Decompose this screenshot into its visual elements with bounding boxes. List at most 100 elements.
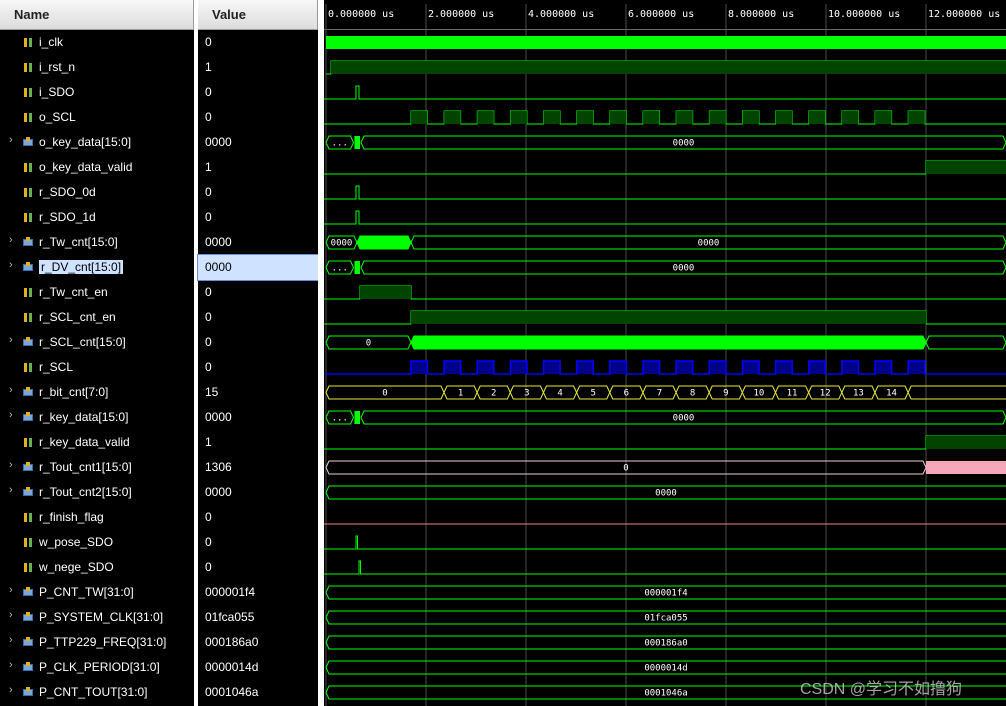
signal-value-row[interactable]: 0 [198,280,318,305]
signal-name: o_SCL [39,110,76,124]
wave-i_clk [326,36,1006,49]
signal-value-row[interactable]: 0000 [198,480,318,505]
expand-chevron-icon[interactable]: › [9,484,13,496]
logic-signal-icon [22,537,34,548]
signal-value: 0 [205,360,212,374]
signal-value-row[interactable]: 0 [198,80,318,105]
expand-chevron-icon[interactable]: › [9,259,13,271]
signal-row[interactable]: › r_bit_cnt[7:0] [0,380,194,405]
logic-signal-icon [22,87,34,98]
bus-value-label: 3 [524,389,529,399]
signal-row[interactable]: › o_key_data[15:0] [0,130,194,155]
expand-chevron-icon[interactable]: › [9,409,13,421]
expand-chevron-icon[interactable]: › [9,659,13,671]
expand-chevron-icon[interactable]: › [9,234,13,246]
signal-value-row[interactable]: 0 [198,305,318,330]
signal-name: o_key_data_valid [39,160,133,174]
signal-row[interactable]: r_finish_flag [0,505,194,530]
signal-row[interactable]: › r_Tw_cnt[15:0] [0,230,194,255]
signal-row[interactable]: o_SCL [0,105,194,130]
wave-i_rst_n-fill [331,61,1006,74]
signal-row[interactable]: r_SDO_0d [0,180,194,205]
signal-row[interactable]: i_SDO [0,80,194,105]
expand-chevron-icon[interactable]: › [9,459,13,471]
signal-value-row[interactable]: 0001046a [198,680,318,705]
signal-row[interactable]: w_pose_SDO [0,530,194,555]
signal-row[interactable]: o_key_data_valid [0,155,194,180]
signal-row[interactable]: w_nege_SDO [0,555,194,580]
signal-value-row[interactable]: 0 [198,555,318,580]
bus-value-label: 9 [723,389,728,399]
signal-row[interactable]: › P_CNT_TW[31:0] [0,580,194,605]
expand-chevron-icon[interactable]: › [9,684,13,696]
signal-row[interactable]: › P_CNT_TOUT[31:0] [0,680,194,705]
signal-row[interactable]: › r_DV_cnt[15:0] [0,255,194,280]
expand-chevron-icon[interactable]: › [9,584,13,596]
signal-row[interactable]: r_SCL_cnt_en [0,305,194,330]
signal-value-row[interactable]: 1 [198,155,318,180]
signal-value-row[interactable]: 0 [198,330,318,355]
signal-value: 0000 [205,235,232,249]
signal-row[interactable]: r_SDO_1d [0,205,194,230]
waveform-panel[interactable]: 0.000000 us 2.000000 us 4.000000 us 6.00000… [324,0,1006,706]
signal-value-row[interactable]: 0000 [198,130,318,155]
signal-row[interactable]: r_key_data_valid [0,430,194,455]
signal-name: P_CLK_PERIOD[31:0] [39,660,160,674]
bus-value-label: 14 [886,389,897,399]
value-column: 0 1 0 0 0000 1 0 0 0000 0000 0 0 0 0 15 0000 1 1306 0000 0 0… [197,30,319,706]
signal-row[interactable]: › P_TTP229_FREQ[31:0] [0,630,194,655]
name-column-header[interactable]: Name [0,0,194,30]
signal-value: 0 [205,335,212,349]
signal-value-row[interactable]: 0000 [198,230,318,255]
signal-value-row[interactable]: 01fca055 [198,605,318,630]
signal-row[interactable]: › P_SYSTEM_CLK[31:0] [0,605,194,630]
expand-chevron-icon[interactable]: › [9,134,13,146]
value-column-header[interactable]: Value [198,0,318,30]
signal-value-row[interactable]: 1 [198,430,318,455]
bus-signal-icon [22,412,34,423]
logic-signal-icon [22,312,34,323]
signal-value-row[interactable]: 0 [198,205,318,230]
bus-value-label: 2 [491,389,496,399]
signal-row[interactable]: i_clk [0,30,194,55]
signal-value-row[interactable]: 1 [198,55,318,80]
bus-signal-icon [22,687,34,698]
signal-value-row[interactable]: 15 [198,380,318,405]
signal-value-row[interactable]: 0 [198,505,318,530]
signal-value-row[interactable]: 0 [198,355,318,380]
signal-row[interactable]: › r_key_data[15:0] [0,405,194,430]
signal-value-row[interactable]: 000001f4 [198,580,318,605]
signal-row[interactable]: › r_SCL_cnt[15:0] [0,330,194,355]
expand-chevron-icon[interactable]: › [9,609,13,621]
signal-value-row[interactable]: 000186a0 [198,630,318,655]
wave-r_SCL-fill [709,361,726,374]
wave-o_SCL-fill [543,111,561,124]
signal-row[interactable]: r_Tw_cnt_en [0,280,194,305]
signal-name: r_Tw_cnt_en [39,285,108,299]
expand-chevron-icon[interactable]: › [9,384,13,396]
waveform-canvas[interactable]: 0.000000 us 2.000000 us 4.000000 us 6.00000… [324,0,1006,706]
signal-value: 1 [205,60,212,74]
signal-name: i_SDO [39,85,75,99]
signal-value-row[interactable]: 0 [198,30,318,55]
signal-row[interactable]: i_rst_n [0,55,194,80]
signal-value-row[interactable]: 0000 [197,254,319,281]
signal-name: w_nege_SDO [39,560,114,574]
expand-chevron-icon[interactable]: › [9,634,13,646]
bus-value-label: 5 [590,389,595,399]
signal-name: P_SYSTEM_CLK[31:0] [39,610,164,624]
signal-value-row[interactable]: 0000 [198,405,318,430]
signal-value-row[interactable]: 0 [198,530,318,555]
signal-value-row[interactable]: 0000014d [198,655,318,680]
signal-row[interactable]: › r_Tout_cnt2[15:0] [0,480,194,505]
wave-r_SCL-fill [808,361,826,374]
signal-row[interactable]: r_SCL [0,355,194,380]
signal-value-row[interactable]: 0 [198,180,318,205]
signal-value-row[interactable]: 0 [198,105,318,130]
signal-row[interactable]: › P_CLK_PERIOD[31:0] [0,655,194,680]
expand-chevron-icon[interactable]: › [9,334,13,346]
bus-value-label: 000001f4 [644,589,687,599]
signal-value-row[interactable]: 1306 [198,455,318,480]
signal-value: 0001046a [205,685,259,699]
signal-row[interactable]: › r_Tout_cnt1[15:0] [0,455,194,480]
